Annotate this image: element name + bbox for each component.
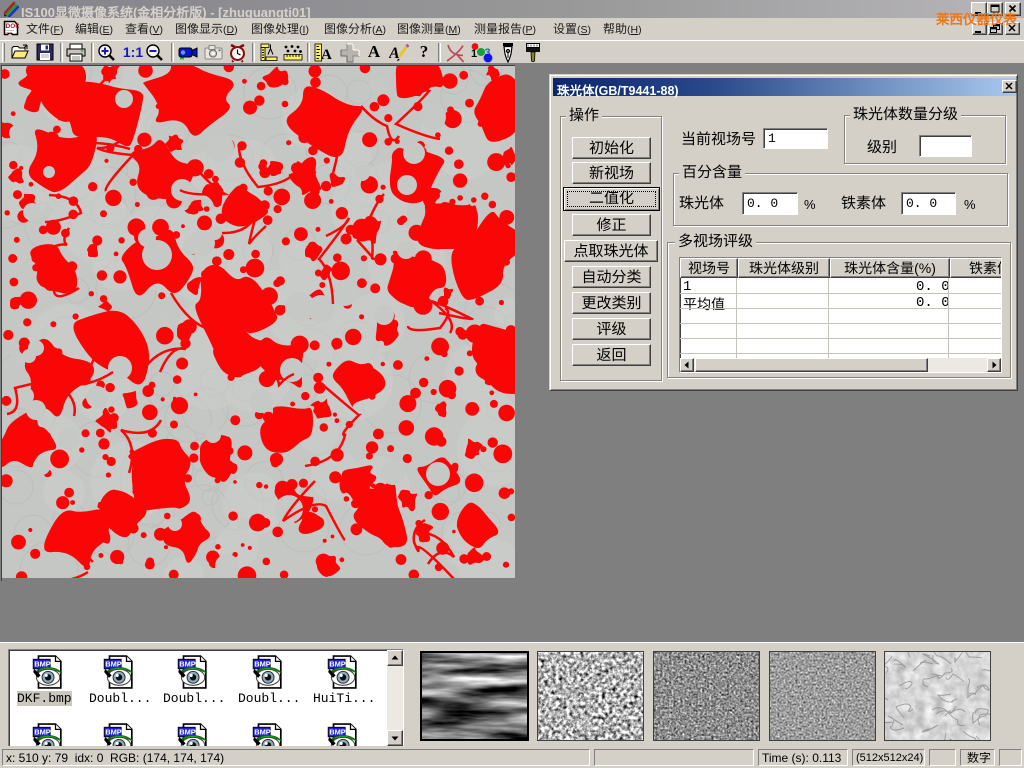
svg-text:1: 1 [471,48,477,60]
svg-text:A: A [321,47,332,63]
svg-text:DOC: DOC [6,23,20,30]
